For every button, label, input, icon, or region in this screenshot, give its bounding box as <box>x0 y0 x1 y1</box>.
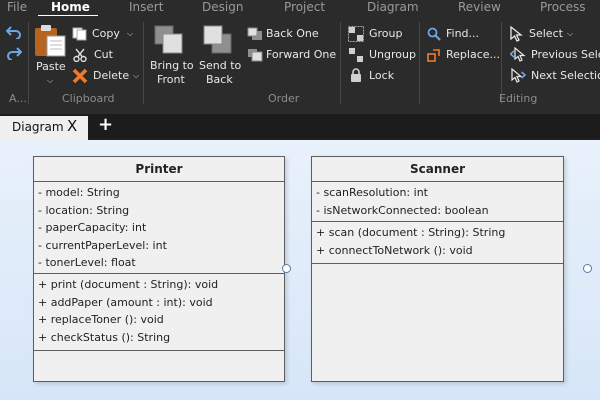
send-to-back-button-line2[interactable]: Back <box>206 73 233 86</box>
methods-section: + print (document : String): void + addP… <box>34 274 284 351</box>
connection-handle[interactable] <box>282 264 291 273</box>
attribute: - isNetworkConnected: boolean <box>316 203 489 217</box>
delete-button[interactable]: Delete <box>93 69 129 82</box>
tab-diagram[interactable]: Diagram X <box>0 116 88 140</box>
attribute: - location: String <box>38 203 130 217</box>
next-selection-icon <box>510 67 527 87</box>
ribbon-separator <box>143 22 144 104</box>
method: + replaceToner (): void <box>38 313 164 326</box>
uml-class-printer[interactable]: Printer - model: String - location: Stri… <box>33 156 285 382</box>
method: + print (document : String): void <box>38 278 219 291</box>
find-button[interactable]: Find... <box>446 27 479 40</box>
clipboard-group-label: Clipboard <box>62 92 115 105</box>
back-one-button[interactable]: Back One <box>266 27 319 40</box>
method: + scan (document : String): String <box>316 226 506 239</box>
copy-button[interactable]: Copy <box>92 27 120 40</box>
add-tab-icon[interactable]: + <box>98 114 113 135</box>
ribbon-separator <box>340 22 341 104</box>
bring-to-front-button[interactable]: Bring to <box>150 59 194 72</box>
forward-one-button[interactable]: Forward One <box>266 48 336 61</box>
menu-project[interactable]: Project <box>284 0 325 16</box>
methods-section: + scan (document : String): String + con… <box>312 222 563 264</box>
uml-class-scanner[interactable]: Scanner - scanResolution: int - isNetwor… <box>311 156 564 382</box>
ribbon-separator <box>419 22 420 104</box>
close-icon[interactable]: X <box>67 117 77 135</box>
method: + checkStatus (): String <box>38 330 171 344</box>
collapsed-group-label: A... <box>9 92 27 105</box>
paste-button[interactable]: Paste <box>36 60 66 73</box>
attribute: - model: String <box>38 186 120 199</box>
attribute: - tonerLevel: float <box>38 256 136 269</box>
paste-dropdown-icon[interactable]: ⌵ <box>47 76 53 86</box>
replace-icon <box>427 48 441 65</box>
redo-icon[interactable] <box>6 46 23 63</box>
editing-group-label: Editing <box>499 92 538 105</box>
order-group-label: Order <box>268 92 300 105</box>
menu-diagram[interactable]: Diagram <box>367 0 419 16</box>
delete-icon <box>72 68 88 87</box>
bring-to-front-button-line2[interactable]: Front <box>157 73 185 86</box>
cut-icon <box>73 48 87 65</box>
send-to-back-button[interactable]: Send to <box>199 59 241 72</box>
back-one-icon <box>247 27 263 44</box>
select-button[interactable]: Select <box>529 27 563 40</box>
attributes-section: - scanResolution: int - isNetworkConnect… <box>312 182 563 222</box>
menu-review[interactable]: Review <box>458 0 501 16</box>
method: + connectToNetwork (): void <box>316 243 473 257</box>
lock-button[interactable]: Lock <box>369 69 394 82</box>
attribute: - paperCapacity: int <box>38 221 147 234</box>
find-icon <box>427 27 441 44</box>
document-tab-bar <box>0 114 600 138</box>
menu-design[interactable]: Design <box>202 0 243 16</box>
class-name: Printer <box>34 157 284 182</box>
ungroup-button[interactable]: Ungroup <box>369 48 416 61</box>
next-selection-button[interactable]: Next Selection <box>531 69 600 82</box>
previous-selection-button[interactable]: Previous Selec <box>531 48 600 61</box>
menu-process[interactable]: Process <box>540 0 586 16</box>
lock-icon <box>350 68 362 85</box>
cut-button[interactable]: Cut <box>94 48 113 61</box>
delete-dropdown-icon[interactable]: ⌵ <box>133 71 139 81</box>
group-icon <box>348 26 364 45</box>
attribute: - currentPaperLevel: int <box>38 238 167 252</box>
attribute: - scanResolution: int <box>316 186 428 199</box>
bring-to-front-icon[interactable] <box>154 25 184 58</box>
class-name: Scanner <box>312 157 563 182</box>
previous-selection-icon <box>509 46 526 66</box>
select-dropdown-icon[interactable]: ⌵ <box>567 29 573 39</box>
connection-handle[interactable] <box>583 264 592 273</box>
menu-insert[interactable]: Insert <box>129 0 163 16</box>
group-button[interactable]: Group <box>369 27 403 40</box>
forward-one-icon <box>247 48 263 65</box>
send-to-back-icon[interactable] <box>203 25 233 58</box>
select-cursor-icon <box>510 25 524 45</box>
ribbon-separator <box>28 22 29 104</box>
attributes-section: - model: String - location: String - pap… <box>34 182 284 274</box>
undo-icon[interactable] <box>5 25 22 42</box>
ungroup-icon <box>348 47 364 66</box>
menu-file[interactable]: File <box>7 0 27 16</box>
copy-icon <box>72 27 88 44</box>
paste-icon[interactable] <box>33 24 67 61</box>
copy-dropdown-icon[interactable]: ⌵ <box>127 29 133 39</box>
tab-diagram-label: Diagram <box>12 120 64 134</box>
method: + addPaper (amount : int): void <box>38 295 213 309</box>
replace-button[interactable]: Replace... <box>446 48 500 61</box>
menu-home[interactable]: Home <box>51 0 90 16</box>
